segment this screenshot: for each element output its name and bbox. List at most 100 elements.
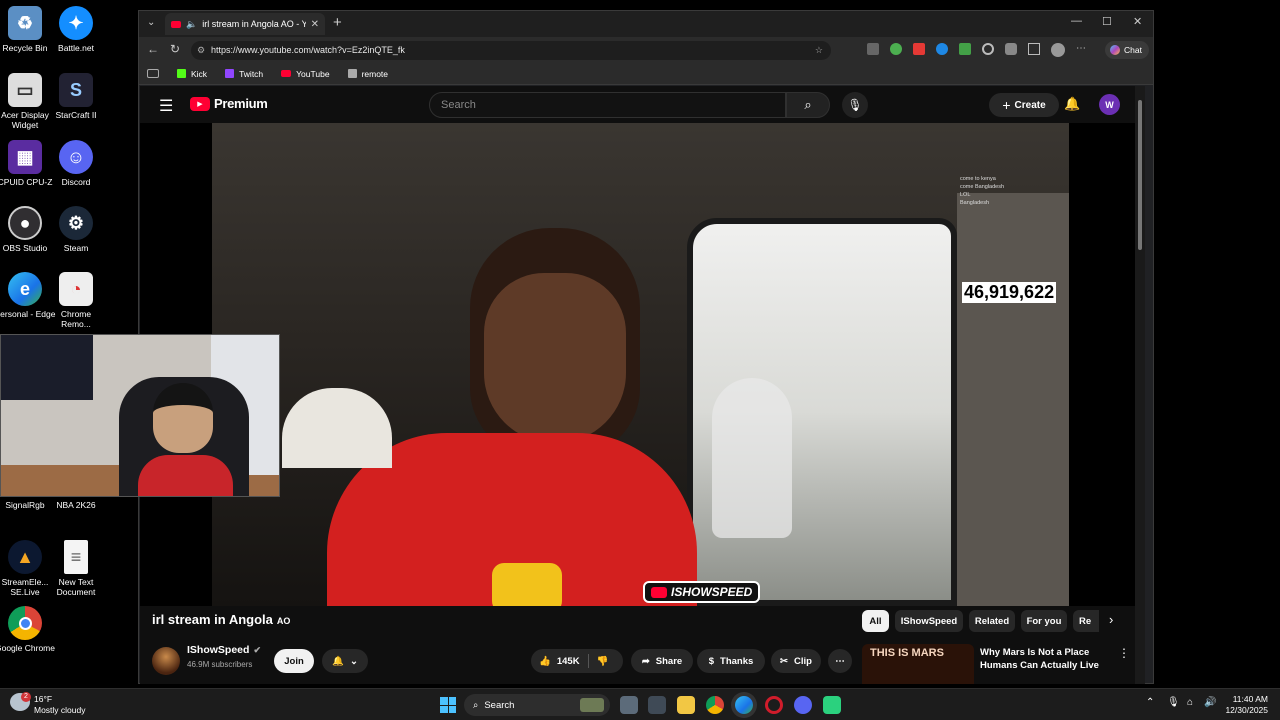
widgets-app-icon[interactable] bbox=[648, 696, 666, 714]
page-scrollbar[interactable] bbox=[1135, 86, 1145, 684]
desktop-icon-chrome-remote[interactable]: ◔ Chrome Remo... bbox=[45, 272, 107, 329]
channel-avatar[interactable] bbox=[152, 647, 180, 675]
microphone-tray-icon[interactable]: 🎙 bbox=[1167, 697, 1180, 708]
green-app-taskbar-icon[interactable] bbox=[823, 696, 841, 714]
voice-search-button[interactable]: 🎙 bbox=[842, 92, 868, 118]
hamburger-menu-icon[interactable]: ☰ bbox=[159, 96, 173, 116]
clock[interactable]: 11:40 AM 12/30/2025 bbox=[1222, 694, 1268, 716]
start-button[interactable] bbox=[440, 697, 456, 713]
tab-youtube[interactable]: 🔈 irl stream in Angola AO - YouTube ✕ bbox=[165, 13, 325, 35]
search-highlight-icon bbox=[580, 698, 604, 712]
back-icon[interactable]: ← bbox=[147, 42, 159, 56]
chip-ishowspeed[interactable]: IShowSpeed bbox=[895, 610, 963, 632]
extension-icon[interactable] bbox=[936, 43, 948, 55]
bookmark-kick[interactable]: Kick bbox=[177, 69, 207, 79]
chip-all[interactable]: All bbox=[862, 610, 889, 632]
network-icon[interactable]: ⌂ bbox=[1187, 697, 1193, 708]
profile-icon[interactable] bbox=[1051, 43, 1065, 57]
chips-next-icon[interactable]: › bbox=[1109, 612, 1113, 627]
subscriber-count: 46.9M subscribers bbox=[187, 660, 253, 669]
discord-icon: ☺ bbox=[59, 140, 93, 174]
tab-title: irl stream in Angola AO - YouTube bbox=[202, 19, 306, 29]
file-explorer-icon[interactable] bbox=[677, 696, 695, 714]
weather-widget[interactable]: 16°F Mostly cloudy bbox=[34, 694, 86, 716]
rider-figure bbox=[712, 378, 792, 538]
site-info-icon[interactable]: ⚙ bbox=[197, 41, 205, 60]
bookmark-remote[interactable]: remote bbox=[347, 68, 389, 79]
chip-related[interactable]: Related bbox=[969, 610, 1015, 632]
desktop-icon-battlenet[interactable]: ✦ Battle.net bbox=[45, 6, 107, 53]
speaker-icon[interactable]: 🔈 bbox=[186, 19, 197, 30]
desktop-icon-starcraft[interactable]: S StarCraft II bbox=[45, 73, 107, 120]
channel-name[interactable]: IShowSpeed ✔ bbox=[187, 644, 261, 656]
recommended-menu-icon[interactable]: ⋮ bbox=[1118, 646, 1130, 660]
extension-icon[interactable] bbox=[913, 43, 925, 55]
search-input[interactable]: Search bbox=[429, 92, 786, 118]
chrome-remote-icon: ◔ bbox=[59, 272, 93, 306]
account-avatar[interactable]: W bbox=[1099, 94, 1120, 115]
volume-icon[interactable]: 🔊 bbox=[1204, 697, 1216, 708]
search-icon: ⌕ bbox=[473, 699, 479, 711]
bookmark-twitch[interactable]: Twitch bbox=[225, 69, 263, 79]
video-title: irl stream in Angola AO bbox=[152, 612, 290, 627]
desktop-icon-discord[interactable]: ☺ Discord bbox=[45, 140, 107, 187]
tab-list-chevron-icon[interactable]: ⌄ bbox=[147, 17, 155, 28]
bookmark-label: remote bbox=[361, 68, 389, 79]
search-button[interactable]: ⌕ bbox=[786, 92, 830, 118]
task-view-icon[interactable] bbox=[620, 696, 638, 714]
desktop-icon-chrome[interactable]: Google Chrome bbox=[0, 606, 56, 653]
video-frame: come to kenya come Bangladesh LOL Bangla… bbox=[212, 123, 1069, 606]
chip-for-you[interactable]: For you bbox=[1021, 610, 1067, 632]
recommended-thumbnail[interactable]: THIS IS MARS bbox=[862, 644, 974, 684]
chip-recent[interactable]: Re bbox=[1073, 610, 1099, 632]
dislike-icon[interactable]: 👎 bbox=[597, 656, 609, 667]
show-hidden-icons-icon[interactable]: ⌃ bbox=[1146, 697, 1154, 708]
copilot-chat-button[interactable]: Chat bbox=[1105, 41, 1149, 59]
close-tab-icon[interactable]: ✕ bbox=[311, 19, 319, 30]
discord-taskbar-icon[interactable] bbox=[794, 696, 812, 714]
minimize-icon[interactable]: — bbox=[1071, 15, 1082, 27]
youtube-logo[interactable]: ▶ Premium bbox=[190, 96, 268, 111]
bookmark-youtube[interactable]: YouTube bbox=[281, 69, 330, 79]
more-actions-button[interactable]: ⋯ bbox=[828, 649, 852, 673]
extension-icon[interactable] bbox=[982, 43, 994, 55]
clip-button[interactable]: ✂ Clip bbox=[771, 649, 821, 673]
extension-icon[interactable] bbox=[867, 43, 879, 55]
thanks-button[interactable]: $ Thanks bbox=[697, 649, 765, 673]
desktop-icon-label: StarCraft II bbox=[55, 110, 97, 120]
bookmark-label: Twitch bbox=[239, 68, 264, 79]
subscribed-notifications-button[interactable]: 🔔 ⌄ bbox=[322, 649, 368, 673]
opera-taskbar-icon[interactable] bbox=[765, 696, 783, 714]
maximize-icon[interactable]: ☐ bbox=[1102, 15, 1112, 28]
more-icon: ⋯ bbox=[835, 655, 845, 667]
new-tab-icon[interactable]: + bbox=[333, 14, 342, 31]
desktop-icon-steam[interactable]: ⚙ Steam bbox=[45, 206, 107, 253]
close-window-icon[interactable]: ✕ bbox=[1133, 15, 1142, 28]
text-document-icon: ≡ bbox=[64, 540, 88, 574]
extension-icon[interactable] bbox=[1005, 43, 1017, 55]
taskbar-search[interactable]: ⌕ Search bbox=[464, 694, 610, 716]
more-menu-icon[interactable]: ⋯ bbox=[1076, 43, 1086, 57]
create-button[interactable]: + Create bbox=[989, 93, 1059, 117]
desktop-icon-text-document[interactable]: ≡ New Text Document bbox=[45, 540, 107, 597]
desktop-icon-nba2k[interactable]: NBA 2K26 bbox=[45, 497, 107, 510]
edge-taskbar-icon[interactable] bbox=[735, 696, 753, 714]
reload-icon[interactable]: ↻ bbox=[170, 42, 180, 56]
join-button[interactable]: Join bbox=[274, 649, 314, 673]
like-count[interactable]: 145K bbox=[557, 656, 580, 667]
url-field[interactable]: ⚙ https://www.youtube.com/watch?v=Ez2inQ… bbox=[191, 41, 831, 60]
youtube-icon bbox=[281, 70, 292, 77]
chrome-taskbar-icon[interactable] bbox=[706, 696, 724, 714]
extension-icon[interactable] bbox=[890, 43, 902, 55]
notifications-bell-icon[interactable]: 🔔 bbox=[1064, 96, 1080, 112]
bookmarks-menu-icon[interactable] bbox=[147, 69, 159, 78]
recommended-title[interactable]: Why Mars Is Not a Place Humans Can Actua… bbox=[980, 646, 1108, 684]
scrollbar-thumb[interactable] bbox=[1138, 100, 1142, 250]
favorites-icon[interactable] bbox=[1028, 43, 1040, 55]
favorite-star-icon[interactable]: ☆ bbox=[815, 41, 823, 60]
share-button[interactable]: ➦ Share bbox=[631, 649, 693, 673]
extension-icon[interactable] bbox=[959, 43, 971, 55]
bookmarks-bar: Kick Twitch YouTube remote bbox=[139, 63, 1153, 85]
video-player[interactable]: come to kenya come Bangladesh LOL Bangla… bbox=[140, 123, 1145, 606]
like-icon[interactable]: 👍 bbox=[539, 656, 551, 667]
